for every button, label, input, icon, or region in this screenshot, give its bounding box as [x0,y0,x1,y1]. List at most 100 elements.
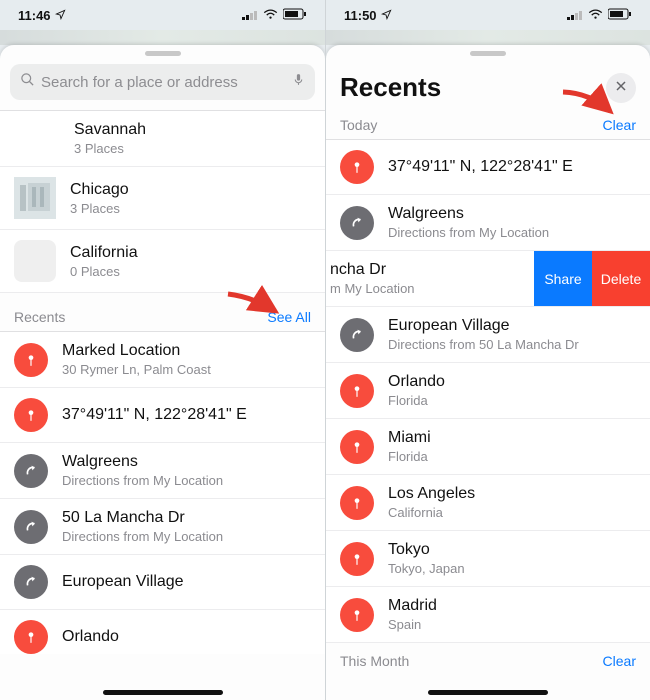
recent-title: European Village [388,317,579,335]
location-services-icon [55,8,66,23]
search-input[interactable] [41,74,286,91]
clear-button[interactable]: Clear [603,653,636,669]
pin-icon [340,598,374,632]
this-month-header: This Month Clear [326,643,650,675]
share-button[interactable]: Share [534,251,592,306]
home-indicator[interactable] [103,690,223,695]
recent-title: Marked Location [62,342,211,360]
pin-icon [340,486,374,520]
recents-label: Recents [14,309,65,325]
guide-thumbnail-empty [14,240,56,282]
pin-icon [340,150,374,184]
guide-title: Savannah [74,121,146,139]
recent-title: Tokyo [388,541,465,559]
today-label: Today [340,117,377,133]
directions-icon [14,510,48,544]
recent-item[interactable]: 37°49'11" N, 122°28'41" E [326,140,650,195]
recent-subtitle: California [388,505,475,520]
left-screenshot: 11:46 Savannah 3 Places [0,0,325,700]
delete-button[interactable]: Delete [592,251,650,306]
recent-subtitle: Tokyo, Japan [388,561,465,576]
guide-subtitle: 3 Places [70,201,129,216]
location-services-icon [381,8,392,23]
recent-item[interactable]: Madrid Spain [326,587,650,643]
wifi-icon [588,8,603,23]
recent-title: 37°49'11" N, 122°28'41" E [388,158,573,176]
right-screenshot: 11:50 Recents Today Clear [325,0,650,700]
cellular-icon [567,8,583,23]
recent-item[interactable]: Walgreens Directions from My Location [326,195,650,251]
guide-title: California [70,244,138,262]
status-time: 11:50 [344,8,377,23]
guide-title: Chicago [70,181,129,199]
recent-item[interactable]: Marked Location 30 Rymer Ln, Palm Coast [0,332,325,388]
recent-item[interactable]: Tokyo Tokyo, Japan [326,531,650,587]
recent-item-swiped[interactable]: ncha Dr m My Location Share Delete [326,251,650,307]
annotation-arrow [223,289,283,319]
sheet-grabber[interactable] [145,51,181,56]
recent-title: Miami [388,429,431,447]
status-time: 11:46 [18,8,51,23]
recent-item[interactable]: Walgreens Directions from My Location [0,443,325,499]
search-bar[interactable] [10,64,315,100]
recents-title: Recents [340,72,441,103]
guide-thumbnail [14,177,56,219]
recent-title: European Village [62,573,184,591]
battery-icon [608,8,632,23]
this-month-label: This Month [340,653,409,669]
home-indicator[interactable] [428,690,548,695]
recent-subtitle: Directions from 50 La Mancha Dr [388,337,579,352]
directions-icon [14,454,48,488]
recent-item[interactable]: Orlando [0,610,325,654]
guide-subtitle: 3 Places [74,141,146,156]
recent-subtitle: 30 Rymer Ln, Palm Coast [62,362,211,377]
status-bar: 11:50 [326,0,650,30]
recent-item[interactable]: Miami Florida [326,419,650,475]
directions-icon [14,565,48,599]
recent-title: 37°49'11" N, 122°28'41" E [62,406,247,424]
status-bar: 11:46 [0,0,325,30]
recent-subtitle: Florida [388,449,431,464]
recent-subtitle: Directions from My Location [62,529,223,544]
battery-icon [283,8,307,23]
map-background [326,30,650,45]
sheet-grabber[interactable] [470,51,506,56]
recent-subtitle: m My Location [330,281,415,296]
guide-subtitle: 0 Places [70,264,138,279]
annotation-arrow [558,87,618,117]
recent-title: Orlando [388,373,445,391]
guide-item[interactable]: Chicago 3 Places [0,167,325,230]
pin-icon [14,398,48,432]
recent-item[interactable]: Los Angeles California [326,475,650,531]
cellular-icon [242,8,258,23]
mic-icon[interactable] [292,71,305,93]
pin-icon [340,542,374,576]
recent-title: Walgreens [388,205,549,223]
pin-icon [14,620,48,654]
recent-title: Walgreens [62,453,223,471]
recent-item[interactable]: 37°49'11" N, 122°28'41" E [0,388,325,443]
recents-header: Recents See All [0,293,325,331]
recent-item[interactable]: 50 La Mancha Dr Directions from My Locat… [0,499,325,555]
recent-title: ncha Dr [330,261,415,279]
recent-item[interactable]: European Village Directions from 50 La M… [326,307,650,363]
recent-title: Los Angeles [388,485,475,503]
search-sheet: Savannah 3 Places Chicago 3 Places Calif… [0,45,325,700]
search-icon [20,72,35,92]
wifi-icon [263,8,278,23]
clear-button[interactable]: Clear [603,117,636,133]
directions-icon [340,206,374,240]
recent-subtitle: Spain [388,617,437,632]
recent-subtitle: Directions from My Location [388,225,549,240]
today-header: Today Clear [326,113,650,139]
map-background [0,30,325,45]
recent-item[interactable]: Orlando Florida [326,363,650,419]
pin-icon [340,430,374,464]
recent-subtitle: Florida [388,393,445,408]
pin-icon [14,343,48,377]
recent-subtitle: Directions from My Location [62,473,223,488]
guide-item[interactable]: California 0 Places [0,230,325,293]
recent-item[interactable]: European Village [0,555,325,610]
guide-item[interactable]: Savannah 3 Places [0,111,325,167]
recents-sheet: Recents Today Clear 37°49'11" N, 122°28'… [326,45,650,700]
